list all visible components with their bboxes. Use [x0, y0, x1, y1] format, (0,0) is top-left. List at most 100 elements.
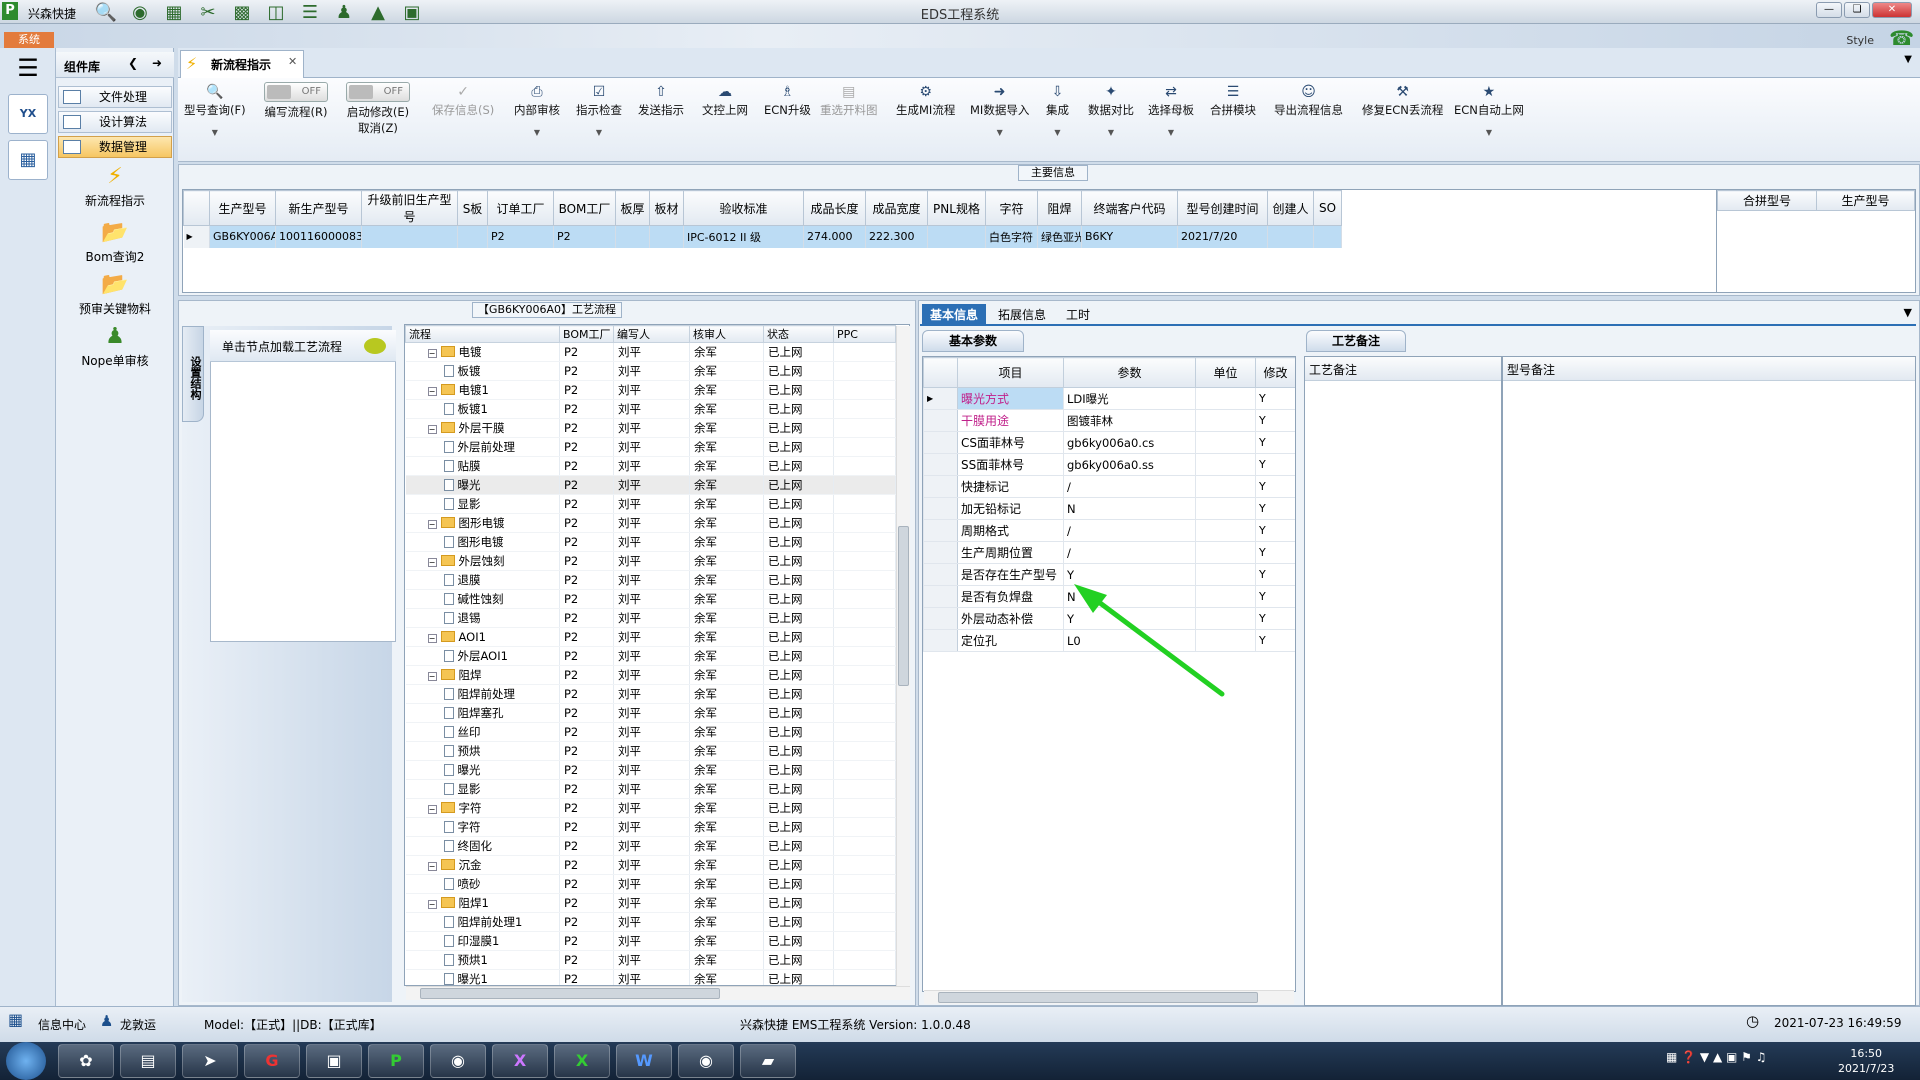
param-row[interactable]: 加无铅标记 N Y [923, 497, 1295, 520]
table-cell[interactable]: 2021/7/20 [1177, 225, 1268, 248]
tree-row[interactable]: 喷砂 P2 刘平 余军 已上网 [405, 874, 896, 894]
table-cell[interactable]: P2 [553, 225, 616, 248]
taskbar-p-icon[interactable]: P [368, 1044, 424, 1078]
system-tray-icons[interactable]: ▦ ❓ ▼ ▲ ▣ ⚑ ♫ [1666, 1050, 1766, 1064]
table-cell[interactable] [457, 225, 488, 248]
tool-bom-query2[interactable]: 📂 Bom查询2 [62, 220, 168, 265]
dropdown-arrow-icon[interactable]: ▼ [1148, 128, 1194, 137]
taskbar-x-icon[interactable]: X [492, 1044, 548, 1078]
flow-icon[interactable]: ◫ [262, 1, 290, 23]
column-header[interactable]: 生产型号 [209, 190, 276, 226]
tree-row[interactable]: 碱性蚀刻 P2 刘平 余军 已上网 [405, 589, 896, 609]
instruction-check-button[interactable]: ☑ 指示检查 ▼ [576, 82, 622, 152]
tree-row[interactable]: − 电镀1 P2 刘平 余军 已上网 [405, 380, 896, 400]
export-flow-info-button[interactable]: ☺ 导出流程信息 [1274, 82, 1343, 152]
table-cell[interactable] [649, 225, 684, 248]
scroll-thumb[interactable] [898, 526, 909, 686]
collapse-toggle-icon[interactable]: − [427, 558, 437, 567]
tab-process-notes[interactable]: 工艺备注 [1306, 330, 1406, 352]
table-cell[interactable]: GB6KY006A0 [209, 225, 276, 248]
cancel-label[interactable]: 取消(Z) [346, 120, 410, 136]
tree-row[interactable]: − 电镀 P2 刘平 余军 已上网 [405, 342, 896, 362]
params-horizontal-scrollbar[interactable] [924, 990, 1294, 1004]
style-menu[interactable]: Style [1846, 34, 1874, 47]
pin-icon[interactable]: ➜ [152, 56, 162, 70]
param-row[interactable]: 定位孔 L0 Y [923, 629, 1295, 652]
dropdown-arrow-icon[interactable]: ▼ [1046, 128, 1069, 137]
tab-basic-info[interactable]: 基本信息 [922, 304, 987, 326]
param-value[interactable]: Y [1063, 563, 1196, 586]
dropdown-arrow-icon[interactable]: ▼ [184, 128, 246, 137]
chevron-down-icon[interactable]: ▼ [1904, 306, 1912, 319]
collapse-toggle-icon[interactable]: − [427, 862, 437, 871]
param-row[interactable]: ▶ 曝光方式 LDI曝光 Y [923, 387, 1295, 410]
collapse-toggle-icon[interactable]: − [427, 805, 437, 814]
tree-row[interactable]: − 字符 P2 刘平 余军 已上网 [405, 798, 896, 818]
tool-new-flow-instruction[interactable]: ⚡ 新流程指示 [62, 164, 168, 209]
film-icon[interactable]: ▩ [228, 1, 256, 23]
param-value[interactable]: N [1063, 497, 1196, 520]
table-cell[interactable]: 绿色亚光 [1037, 225, 1082, 248]
model-query-button[interactable]: 🔍 型号查询(F) ▼ [184, 82, 246, 152]
table-cell[interactable] [1267, 225, 1314, 248]
repair-ecn-flow-button[interactable]: ⚒ 修复ECN丢流程 [1362, 82, 1443, 152]
tree-row[interactable]: 显影 P2 刘平 余军 已上网 [405, 494, 896, 514]
reselect-cut-image-button[interactable]: ▤ 重选开料图 [820, 82, 878, 152]
doc-control-online-button[interactable]: ☁ 文控上网 [702, 82, 748, 152]
dropdown-arrow-icon[interactable]: ▼ [1088, 128, 1134, 137]
user-icon[interactable]: ♟ [330, 1, 358, 23]
table-cell[interactable]: IPC-6012 II 级 [683, 225, 804, 248]
column-header[interactable]: 成品宽度 [865, 190, 928, 226]
tree-row[interactable]: 预烘1 P2 刘平 余军 已上网 [405, 950, 896, 970]
chart-icon[interactable]: ▲ [364, 1, 392, 23]
table-row[interactable]: ▶GB6KY006A010011600008339 P2P2 IPC-6012 II… [183, 225, 1342, 248]
column-header[interactable]: 型号创建时间 [1177, 190, 1268, 226]
off-toggle[interactable]: OFF [264, 82, 328, 102]
param-row[interactable]: 干膜用途 图镀菲林 Y [923, 409, 1295, 432]
column-header[interactable]: 阻焊 [1037, 190, 1082, 226]
column-header[interactable]: 合拼型号 [1717, 190, 1817, 211]
dropdown-arrow-icon[interactable]: ▼ [576, 128, 622, 137]
tree-row[interactable]: − 沉金 P2 刘平 余军 已上网 [405, 855, 896, 875]
tree-row[interactable]: 阻焊前处理 P2 刘平 余军 已上网 [405, 684, 896, 704]
chevron-down-icon[interactable]: ▼ [1904, 54, 1912, 65]
monitor-icon[interactable]: ▣ [398, 1, 426, 23]
tree-row[interactable]: 字符 P2 刘平 余军 已上网 [405, 817, 896, 837]
param-value[interactable]: / [1063, 475, 1196, 498]
internal-review-button[interactable]: ⎙ 内部审核 ▼ [514, 82, 560, 152]
tree-row[interactable]: 丝印 P2 刘平 余军 已上网 [405, 722, 896, 742]
table-cell[interactable]: 222.300 [865, 225, 928, 248]
param-row[interactable]: 外层动态补偿 Y Y [923, 607, 1295, 630]
list-icon[interactable]: ☰ [296, 1, 324, 23]
collapse-toggle-icon[interactable]: − [427, 387, 437, 396]
taskbar-notepad-icon[interactable]: ▤ [120, 1044, 176, 1078]
column-header[interactable]: BOM工厂 [553, 190, 616, 226]
tree-row[interactable]: 退锡 P2 刘平 余军 已上网 [405, 608, 896, 628]
table-cell[interactable]: 10011600008339 [275, 225, 362, 248]
scroll-thumb[interactable] [420, 988, 720, 999]
tree-row[interactable]: 曝光 P2 刘平 余军 已上网 [405, 475, 896, 495]
collapse-left-icon[interactable]: ❮ [128, 56, 138, 70]
model-notes-pane[interactable]: 型号备注 [1502, 356, 1916, 1006]
column-header[interactable]: 流程 [405, 325, 560, 343]
tree-row[interactable]: 印湿膜1 P2 刘平 余军 已上网 [405, 931, 896, 951]
select-master-board-button[interactable]: ⇄ 选择母板 ▼ [1148, 82, 1194, 152]
close-tab-icon[interactable]: ✕ [288, 55, 297, 68]
column-header[interactable]: 板材 [649, 190, 684, 226]
taskbar-g-icon[interactable]: G [244, 1044, 300, 1078]
off-toggle[interactable]: OFF [346, 82, 410, 102]
collapse-toggle-icon[interactable]: − [427, 634, 437, 643]
column-header[interactable]: 订单工厂 [487, 190, 554, 226]
minimize-button[interactable]: — [1816, 2, 1842, 18]
mi-data-import-button[interactable]: ➜ MI数据导入 ▼ [970, 82, 1029, 152]
column-header[interactable]: 新生产型号 [275, 190, 362, 226]
taskbar-chat-icon[interactable]: ➤ [182, 1044, 238, 1078]
tree-row[interactable]: 板镀 P2 刘平 余军 已上网 [405, 361, 896, 381]
category-data-management[interactable]: 数据管理 [58, 136, 172, 158]
send-instruction-button[interactable]: ⇧ 发送指示 [638, 82, 684, 152]
tree-row[interactable]: 板镀1 P2 刘平 余军 已上网 [405, 399, 896, 419]
structure-vertical-tab[interactable]: 设置结构 [182, 326, 204, 422]
tree-row[interactable]: 曝光1 P2 刘平 余军 已上网 [405, 969, 896, 985]
tree-row[interactable]: 预烘 P2 刘平 余军 已上网 [405, 741, 896, 761]
column-header[interactable]: SO [1313, 190, 1342, 226]
